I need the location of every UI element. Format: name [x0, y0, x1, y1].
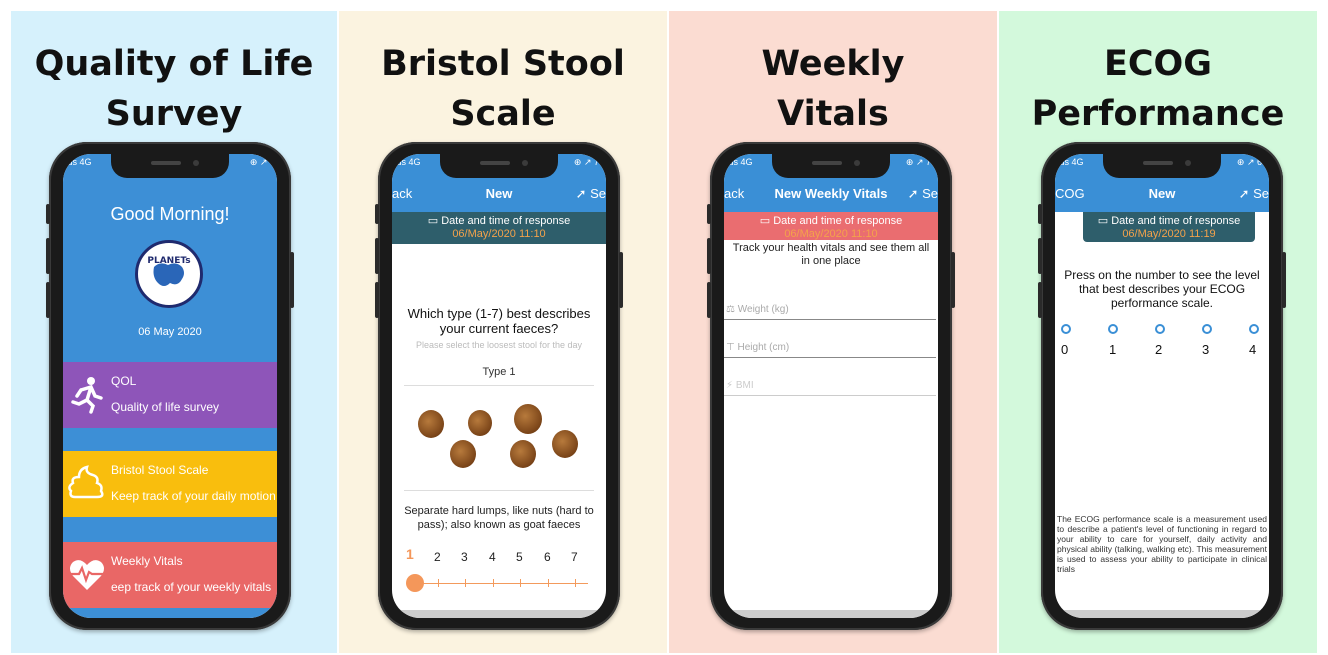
- radio-2[interactable]: [1155, 324, 1165, 334]
- option-1: 1: [1109, 342, 1117, 357]
- nav-bar: ack New ➚ Se: [392, 174, 606, 212]
- panel-title: Weekly Vitals: [761, 44, 905, 134]
- status-icons: ⊕ ↗ 7: [249, 157, 275, 167]
- nav-bar: COG New ➚ Se: [1055, 174, 1269, 212]
- running-person-icon: [71, 377, 103, 414]
- scale-1[interactable]: 1: [406, 546, 414, 562]
- status-icons: ⊕ ↗ 70: [573, 157, 604, 167]
- scale-4[interactable]: 4: [489, 550, 496, 564]
- type-label: Type 1: [482, 366, 516, 378]
- intro-text: Track your health vitals and see them al…: [732, 242, 930, 267]
- greeting: Good Morning!: [110, 204, 230, 224]
- heart-pulse-icon: [70, 560, 104, 590]
- option-0: 0: [1061, 342, 1069, 357]
- scale-5[interactable]: 5: [516, 550, 523, 564]
- panel-weekly-vitals: Weekly Vitals tus 4G ⊕ ↗ 70 ack New Week…: [669, 11, 997, 653]
- send-button[interactable]: ➚ Se: [576, 186, 606, 202]
- bmi-field[interactable]: ⚡ BMI: [724, 374, 936, 396]
- scale-6[interactable]: 6: [544, 550, 551, 564]
- status-icons: ⊕ ↗ 70: [905, 157, 936, 167]
- status-icons: ⊕ ↗ 68: [1236, 157, 1267, 167]
- radio-3[interactable]: [1202, 324, 1212, 334]
- hint-text: Please select the loosest stool for the …: [415, 340, 583, 350]
- scale-3[interactable]: 3: [461, 550, 468, 564]
- phone-frame: tus 4G ⊕ ↗ 70 ack New ➚ Se ▭ Date and ti…: [375, 142, 623, 630]
- poop-icon: [68, 465, 104, 499]
- phone-frame: tus 4G ⊕ ↗ 70 ack New Weekly Vitals ➚ Se…: [707, 142, 955, 630]
- phone-screen: tus 4G ⊕ ↗ 68 COG New ➚ Se ▭ Date and ti…: [1055, 154, 1269, 618]
- date-banner[interactable]: ▭ Date and time of response 06/May/2020 …: [392, 212, 606, 244]
- card-vitals[interactable]: Weekly Vitals eep track of your weekly v…: [63, 542, 277, 608]
- radio-0[interactable]: [1061, 324, 1071, 334]
- status-carrier: tus 4G: [726, 157, 753, 167]
- nav-title: New Weekly Vitals: [774, 186, 888, 201]
- phone-frame: tus 4G ⊕ ↗ 7 Good Morning! PLANETs 06 Ma…: [46, 142, 294, 630]
- description-text: Separate hard lumps, like nuts (hard to …: [404, 505, 594, 531]
- slider-handle[interactable]: [406, 574, 424, 592]
- panel-title: Bristol Stool Scale: [381, 44, 625, 134]
- question-text: Which type (1-7) best describes your cur…: [407, 306, 591, 336]
- date-banner[interactable]: ▭ Date and time of response 06/May/2020 …: [724, 212, 938, 240]
- send-button[interactable]: ➚ Se: [1239, 186, 1269, 202]
- radio-4[interactable]: [1249, 324, 1259, 334]
- phone-screen: tus 4G ⊕ ↗ 70 ack New ➚ Se ▭ Date and ti…: [392, 154, 606, 618]
- phone-screen: tus 4G ⊕ ↗ 70 ack New Weekly Vitals ➚ Se…: [724, 154, 938, 618]
- option-4: 4: [1249, 342, 1257, 357]
- nav-title: New: [1148, 186, 1176, 201]
- card-bristol[interactable]: Bristol Stool Scale Keep track of your d…: [63, 451, 277, 517]
- weight-field[interactable]: ⚖ Weight (kg): [724, 298, 936, 320]
- scale-icon: ⚖: [726, 304, 735, 315]
- nav-title: New: [485, 186, 513, 201]
- panel-title: Quality of Life Survey: [34, 44, 314, 134]
- panel-ecog: ECOG Performance tus 4G ⊕ ↗ 68 COG New ➚…: [999, 11, 1317, 653]
- scale-7[interactable]: 7: [571, 550, 578, 564]
- option-2: 2: [1155, 342, 1163, 357]
- status-carrier: tus 4G: [1057, 157, 1084, 167]
- panel-quality-of-life: Quality of Life Survey tus 4G ⊕ ↗ 7 Good…: [11, 11, 337, 653]
- phone-frame: tus 4G ⊕ ↗ 68 COG New ➚ Se ▭ Date and ti…: [1038, 142, 1286, 630]
- send-icon: ➚: [575, 186, 587, 201]
- description-text: The ECOG performance scale is a measurem…: [1057, 514, 1267, 574]
- card-qol[interactable]: QOL Quality of life survey: [63, 362, 277, 428]
- send-icon: ➚: [907, 186, 919, 201]
- date-banner[interactable]: ▭ Date and time of response 06/May/2020 …: [1083, 212, 1255, 242]
- planets-logo: PLANETs: [135, 240, 203, 308]
- question-text: Press on the number to see the level tha…: [1064, 268, 1260, 310]
- ruler-icon: ⊤: [726, 342, 735, 353]
- slider-track[interactable]: [418, 583, 588, 584]
- phone-screen: tus 4G ⊕ ↗ 7 Good Morning! PLANETs 06 Ma…: [63, 154, 277, 618]
- nav-bar: ack New Weekly Vitals ➚ Se: [724, 174, 938, 212]
- status-carrier: tus 4G: [394, 157, 421, 167]
- panel-title: ECOG Performance: [1031, 44, 1285, 134]
- svg-text:PLANETs: PLANETs: [147, 256, 190, 266]
- calendar-icon: ▭: [759, 215, 774, 227]
- status-carrier: tus 4G: [65, 157, 92, 167]
- scale-2[interactable]: 2: [434, 550, 441, 564]
- calendar-icon: ▭: [427, 215, 442, 227]
- send-icon: ➚: [1238, 186, 1250, 201]
- calendar-icon: ▭: [1097, 215, 1112, 227]
- panel-bristol-stool: Bristol Stool Scale tus 4G ⊕ ↗ 70 ack Ne…: [339, 11, 667, 653]
- height-field[interactable]: ⊤ Height (cm): [724, 336, 936, 358]
- bmi-icon: ⚡: [726, 380, 734, 391]
- radio-1[interactable]: [1108, 324, 1118, 334]
- home-date: 06 May 2020: [138, 326, 202, 338]
- option-3: 3: [1202, 342, 1210, 357]
- send-button[interactable]: ➚ Se: [908, 186, 938, 202]
